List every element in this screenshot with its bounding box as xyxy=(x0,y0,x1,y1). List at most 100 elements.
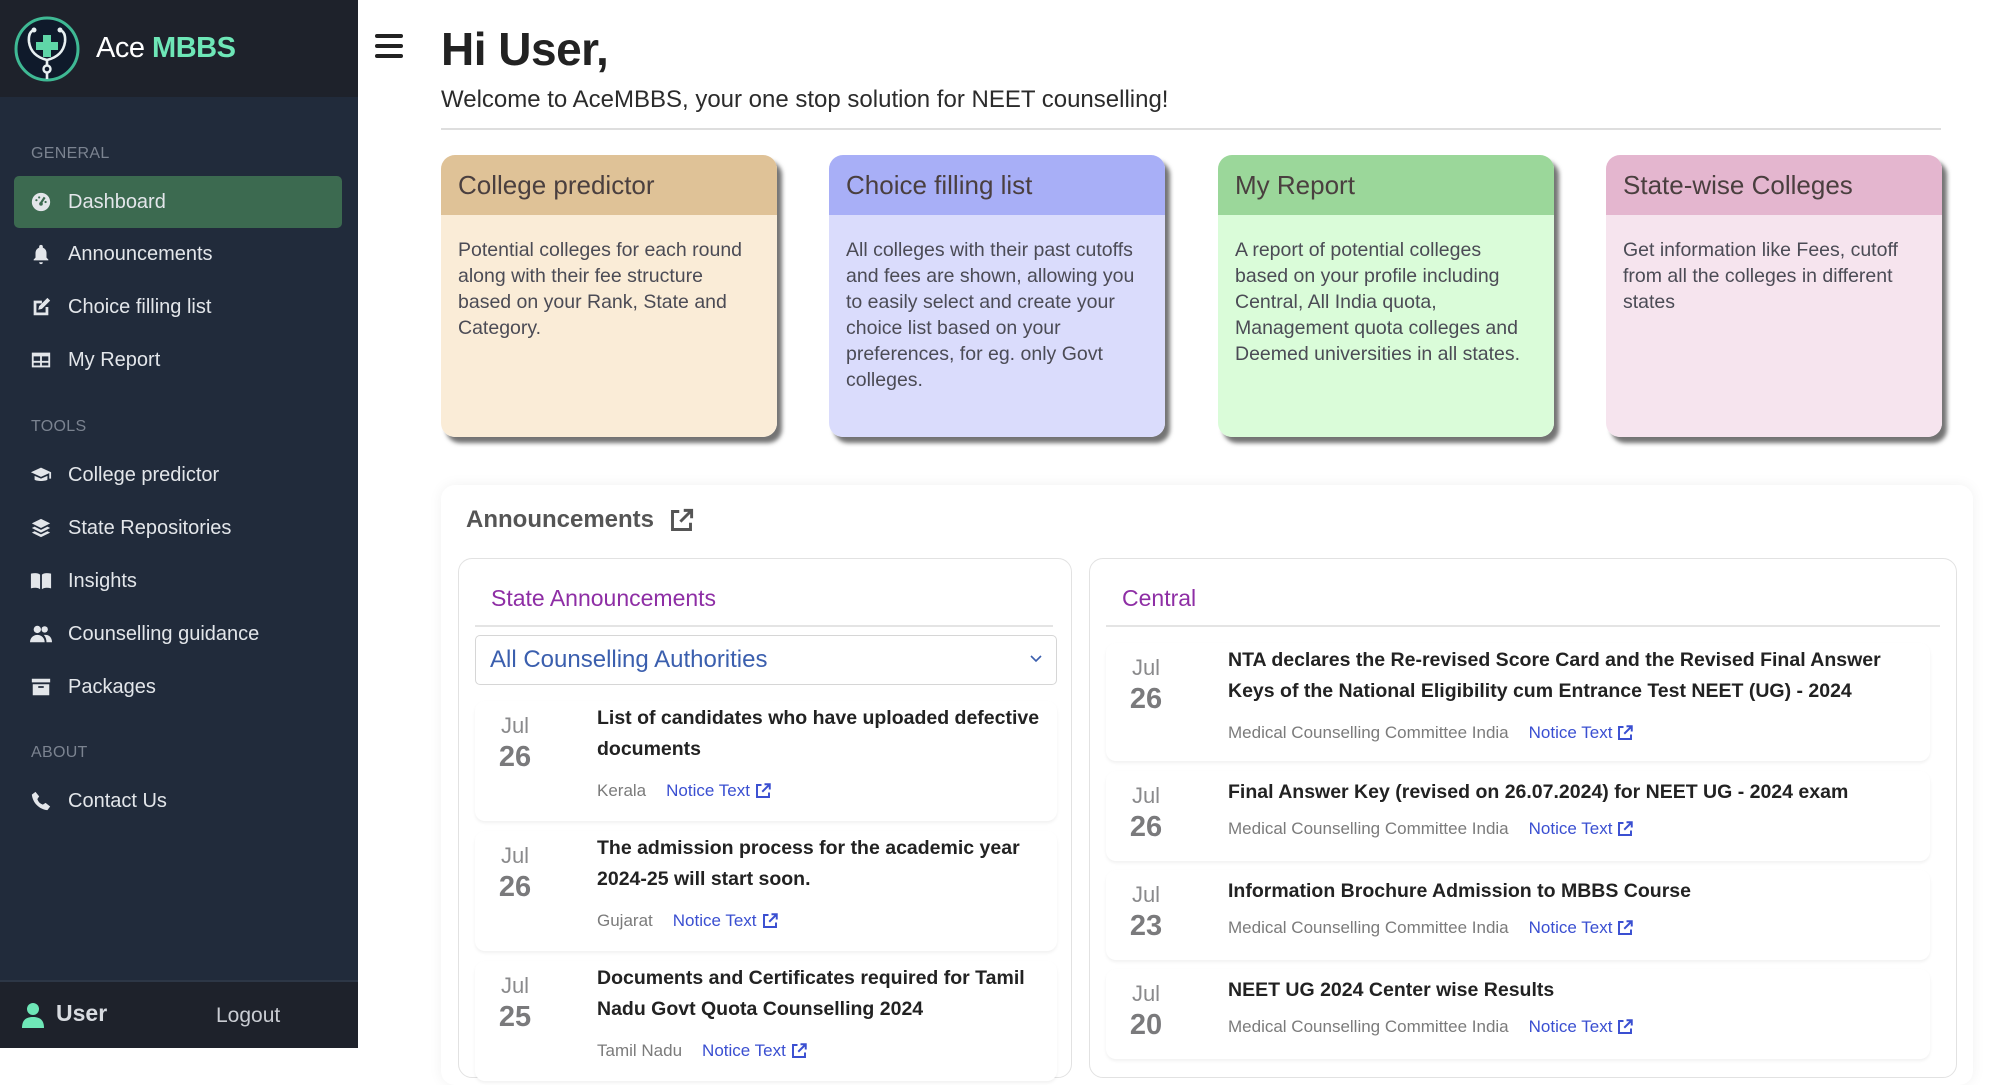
date-month: Jul xyxy=(1131,655,1161,680)
date-month: Jul xyxy=(500,843,530,868)
table-icon xyxy=(30,349,52,371)
date-badge: Jul 20 xyxy=(1106,981,1186,1042)
notice-text-link[interactable]: Notice Text xyxy=(1529,723,1635,743)
brand-header: Ace MBBS xyxy=(0,0,358,97)
list-item: Jul 26 Final Answer Key (revised on 26.0… xyxy=(1106,771,1930,861)
sidebar-item-college-predictor[interactable]: College predictor xyxy=(14,449,342,501)
external-link-icon xyxy=(1618,725,1634,740)
external-link-icon[interactable] xyxy=(668,507,695,534)
notice-text-link[interactable]: Notice Text xyxy=(702,1041,808,1061)
section-label-about: ABOUT xyxy=(31,744,88,761)
sidebar-item-counselling-guidance[interactable]: Counselling guidance xyxy=(14,608,342,660)
gauge-icon xyxy=(30,191,52,213)
notice-text-link[interactable]: Notice Text xyxy=(673,911,779,931)
announcement-title: Information Brochure Admission to MBBS C… xyxy=(1228,880,1691,902)
sidebar-item-insights[interactable]: Insights xyxy=(14,555,342,607)
card-my-report[interactable]: My Report A report of potential colleges… xyxy=(1218,155,1554,437)
announcement-source: Kerala xyxy=(597,781,647,800)
date-badge: Jul 23 xyxy=(1106,882,1186,943)
sidebar-item-label: Dashboard xyxy=(68,190,166,213)
sidebar-item-my-report[interactable]: My Report xyxy=(14,334,342,386)
sidebar-item-label: Insights xyxy=(68,569,137,592)
date-month: Jul xyxy=(1131,783,1161,808)
sidebar-item-label: Packages xyxy=(68,675,156,698)
sidebar-item-announcements[interactable]: Announcements xyxy=(14,228,342,280)
card-title: My Report xyxy=(1218,155,1554,215)
announcement-title: NTA declares the Re-revised Score Card a… xyxy=(1228,649,1881,702)
announcement-source: Medical Counselling Committee India xyxy=(1228,918,1509,937)
link-label: Notice Text xyxy=(1528,723,1613,742)
link-label: Notice Text xyxy=(672,911,757,930)
announcement-title: Final Answer Key (revised on 26.07.2024)… xyxy=(1228,781,1849,803)
bell-icon xyxy=(30,243,52,265)
sidebar-item-contact-us[interactable]: Contact Us xyxy=(14,775,342,827)
date-month: Jul xyxy=(1131,882,1161,907)
date-month: Jul xyxy=(500,973,530,998)
list-item: Jul 26 The admission process for the aca… xyxy=(475,831,1057,951)
card-description: All colleges with their past cutoffs and… xyxy=(829,215,1165,437)
external-link-icon xyxy=(1618,920,1634,935)
divider xyxy=(475,625,1053,627)
card-description: Get information like Fees, cutoff from a… xyxy=(1606,215,1942,437)
list-item: Jul 26 NTA declares the Re-revised Score… xyxy=(1106,643,1930,761)
announcement-source: Medical Counselling Committee India xyxy=(1228,819,1509,838)
announcement-source: Medical Counselling Committee India xyxy=(1228,723,1509,742)
date-badge: Jul 26 xyxy=(475,843,555,904)
announcement-title: The admission process for the academic y… xyxy=(597,837,1020,890)
external-link-icon xyxy=(1618,1019,1634,1034)
layers-icon xyxy=(30,517,52,539)
card-title: Choice filling list xyxy=(829,155,1165,215)
card-description: Potential colleges for each round along … xyxy=(441,215,777,437)
date-month: Jul xyxy=(500,713,530,738)
notice-text-link[interactable]: Notice Text xyxy=(1529,1017,1635,1037)
state-announcements-title: State Announcements xyxy=(491,585,717,611)
hamburger-menu-icon[interactable] xyxy=(375,34,405,60)
announcement-source: Medical Counselling Committee India xyxy=(1228,1017,1509,1036)
sidebar-item-packages[interactable]: Packages xyxy=(14,661,342,713)
sidebar-item-label: Counselling guidance xyxy=(68,622,260,645)
header-divider xyxy=(441,128,1941,130)
card-title: College predictor xyxy=(441,155,777,215)
central-announcements-title: Central xyxy=(1122,585,1197,611)
sidebar-item-state-repositories[interactable]: State Repositories xyxy=(14,502,342,554)
sidebar-item-label: State Repositories xyxy=(68,516,232,539)
notice-text-link[interactable]: Notice Text xyxy=(1529,819,1635,839)
link-label: Notice Text xyxy=(666,781,750,800)
section-label-tools: TOOLS xyxy=(31,418,87,435)
counselling-authority-select[interactable]: All Counselling Authorities xyxy=(475,635,1057,685)
announcement-meta: Tamil Nadu Notice Text xyxy=(597,1041,808,1061)
edit-icon xyxy=(30,296,52,318)
card-choice-filling-list[interactable]: Choice filling list All colleges with th… xyxy=(829,155,1165,437)
brand-name[interactable]: Ace MBBS xyxy=(96,32,236,65)
announcement-title: List of candidates who have uploaded def… xyxy=(597,707,1040,760)
state-announcements-card: State Announcements All Counselling Auth… xyxy=(458,558,1072,1081)
sidebar-item-choice-filling-list[interactable]: Choice filling list xyxy=(14,281,342,333)
external-link-icon xyxy=(755,783,771,798)
welcome-text: Welcome to AceMBBS, your one stop soluti… xyxy=(441,86,1169,113)
card-state-wise-colleges[interactable]: State-wise Colleges Get information like… xyxy=(1606,155,1942,437)
users-icon xyxy=(30,623,52,645)
card-description: A report of potential colleges based on … xyxy=(1218,215,1554,437)
external-link-icon xyxy=(762,913,778,928)
date-badge: Jul 25 xyxy=(475,973,555,1034)
card-college-predictor[interactable]: College predictor Potential colleges for… xyxy=(441,155,777,437)
sidebar-item-label: Announcements xyxy=(68,242,213,265)
chevron-down-icon xyxy=(1030,655,1042,663)
stethoscope-logo-icon[interactable] xyxy=(14,16,80,82)
sidebar-item-dashboard[interactable]: Dashboard xyxy=(14,176,342,228)
date-day: 20 xyxy=(1129,1009,1163,1041)
sidebar: Ace MBBS GENERAL Dashboard Announcements… xyxy=(0,0,358,1048)
announcement-title: Documents and Certificates required for … xyxy=(597,967,1025,1020)
notice-text-link[interactable]: Notice Text xyxy=(1529,918,1635,938)
list-item: Jul 26 List of candidates who have uploa… xyxy=(475,701,1057,821)
phone-icon xyxy=(30,790,52,812)
date-badge: Jul 26 xyxy=(1106,783,1186,844)
sidebar-item-label: My Report xyxy=(68,348,161,371)
section-label-general: GENERAL xyxy=(31,145,110,162)
date-badge: Jul 26 xyxy=(475,713,555,774)
announcement-meta: Kerala Notice Text xyxy=(597,781,772,801)
logout-button[interactable]: Logout xyxy=(216,1004,280,1028)
announcement-title: NEET UG 2024 Center wise Results xyxy=(1228,979,1555,1001)
date-day: 26 xyxy=(1129,683,1163,715)
notice-text-link[interactable]: Notice Text xyxy=(666,781,772,801)
